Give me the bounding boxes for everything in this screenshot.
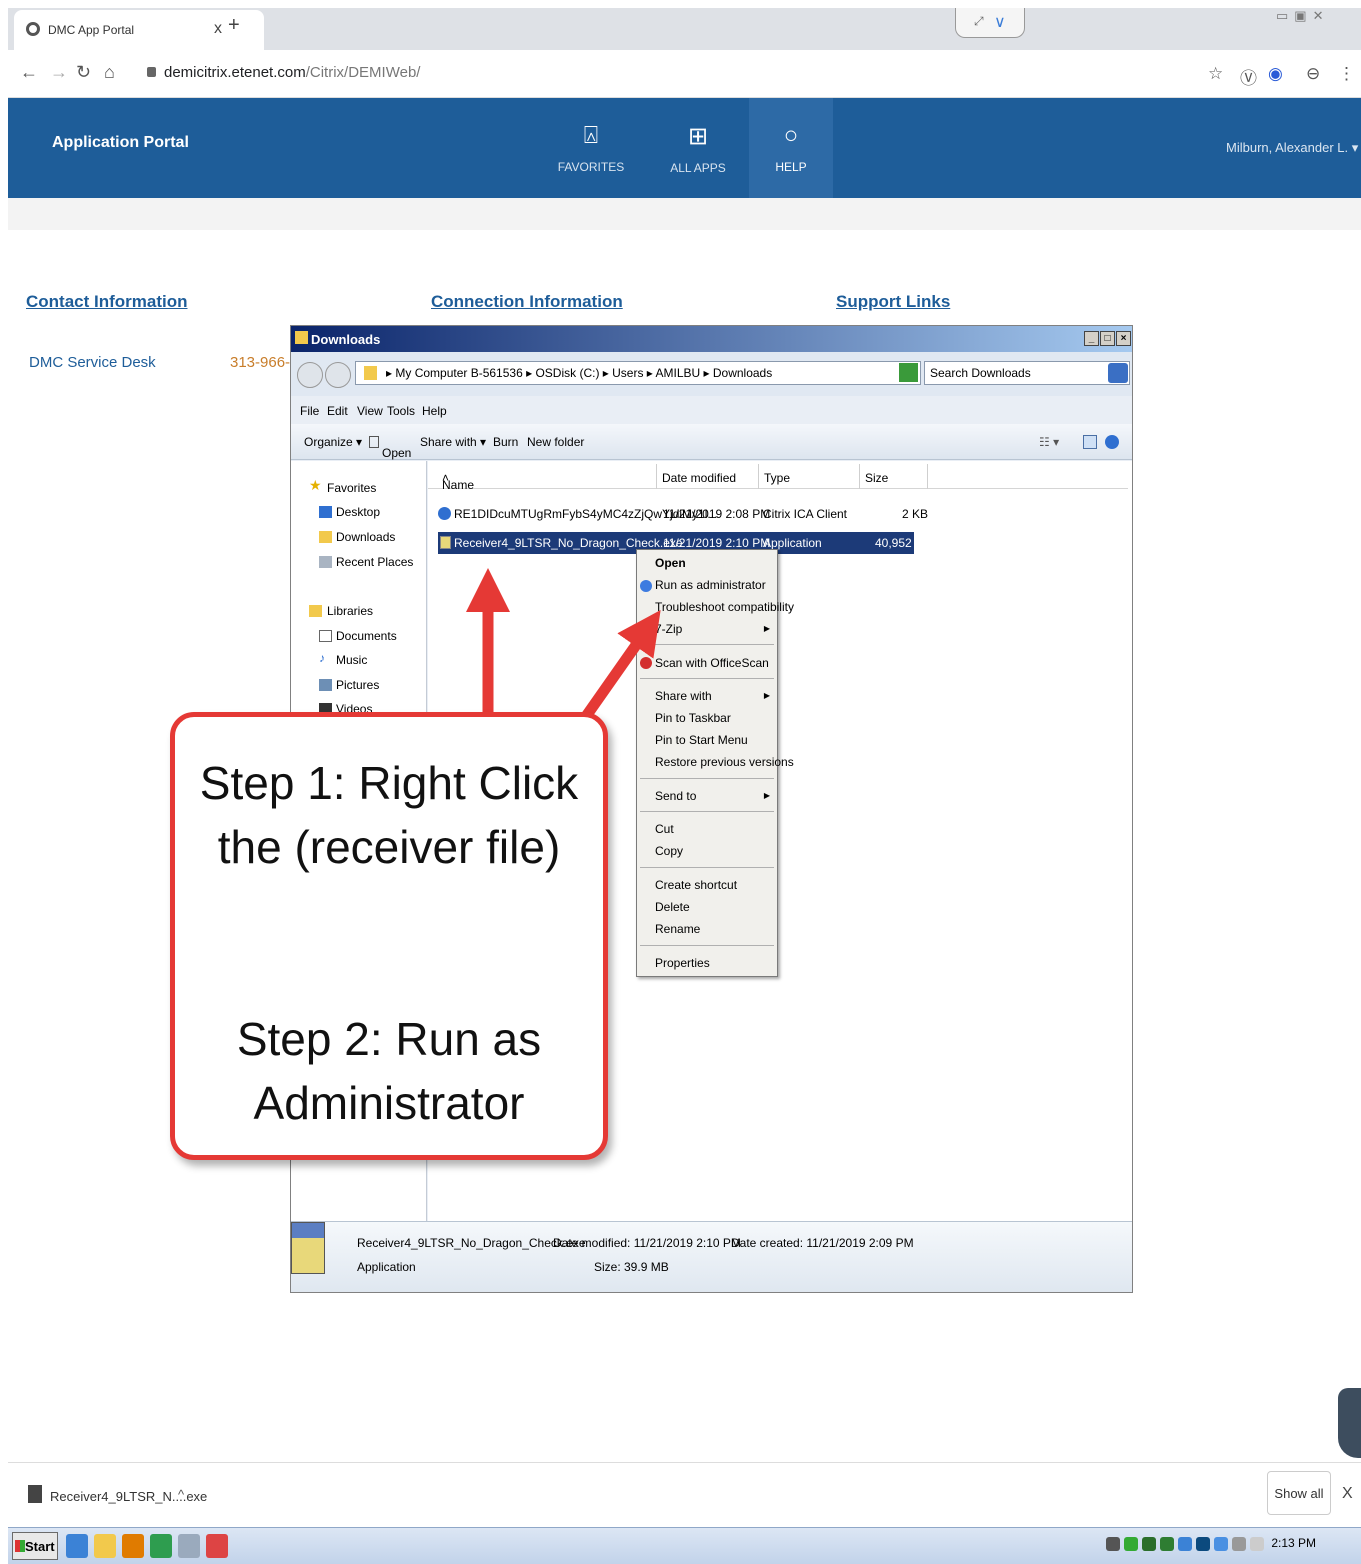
installer-file-icon — [28, 1485, 42, 1503]
close-download-bar-button[interactable]: X — [1342, 1485, 1353, 1503]
arrow-diagonal — [577, 609, 661, 726]
tray-icon — [1196, 1536, 1210, 1551]
instruction-callout: Step 1: Right Click the (receiver file) … — [170, 712, 608, 1160]
chrome-alt-icon[interactable] — [206, 1534, 228, 1558]
taskbar: Start 2:13 PM — [8, 1527, 1361, 1564]
office-icon[interactable] — [122, 1534, 144, 1558]
tray-icon — [1214, 1536, 1228, 1551]
tray-icon — [1178, 1536, 1192, 1551]
download-bar: Receiver4_9LTSR_N....exe ^ Show all X — [8, 1462, 1361, 1524]
start-button[interactable]: Start — [12, 1532, 58, 1560]
app-icon[interactable] — [178, 1534, 200, 1558]
ie-icon[interactable] — [66, 1534, 88, 1558]
volume-icon — [1250, 1536, 1264, 1551]
windows-flag-icon — [15, 1540, 25, 1552]
tray-icon — [1160, 1536, 1174, 1551]
download-options-caret[interactable]: ^ — [178, 1487, 184, 1502]
clock[interactable]: 2:13 PM — [1271, 1536, 1316, 1550]
chrome-icon[interactable] — [150, 1534, 172, 1558]
system-tray: 2:13 PM — [1106, 1536, 1316, 1551]
tray-icon — [1124, 1536, 1138, 1551]
side-widget[interactable] — [1338, 1388, 1361, 1458]
explorer-icon[interactable] — [94, 1534, 116, 1558]
tray-icon — [1142, 1536, 1156, 1551]
step-2-text: Step 2: Run as Administrator — [236, 1013, 542, 1129]
show-all-button[interactable]: Show all — [1267, 1471, 1331, 1515]
step-1-text: Step 1: Right Click the (receiver file) — [199, 757, 579, 873]
tray-icon — [1232, 1536, 1246, 1551]
tray-icon — [1106, 1536, 1120, 1551]
